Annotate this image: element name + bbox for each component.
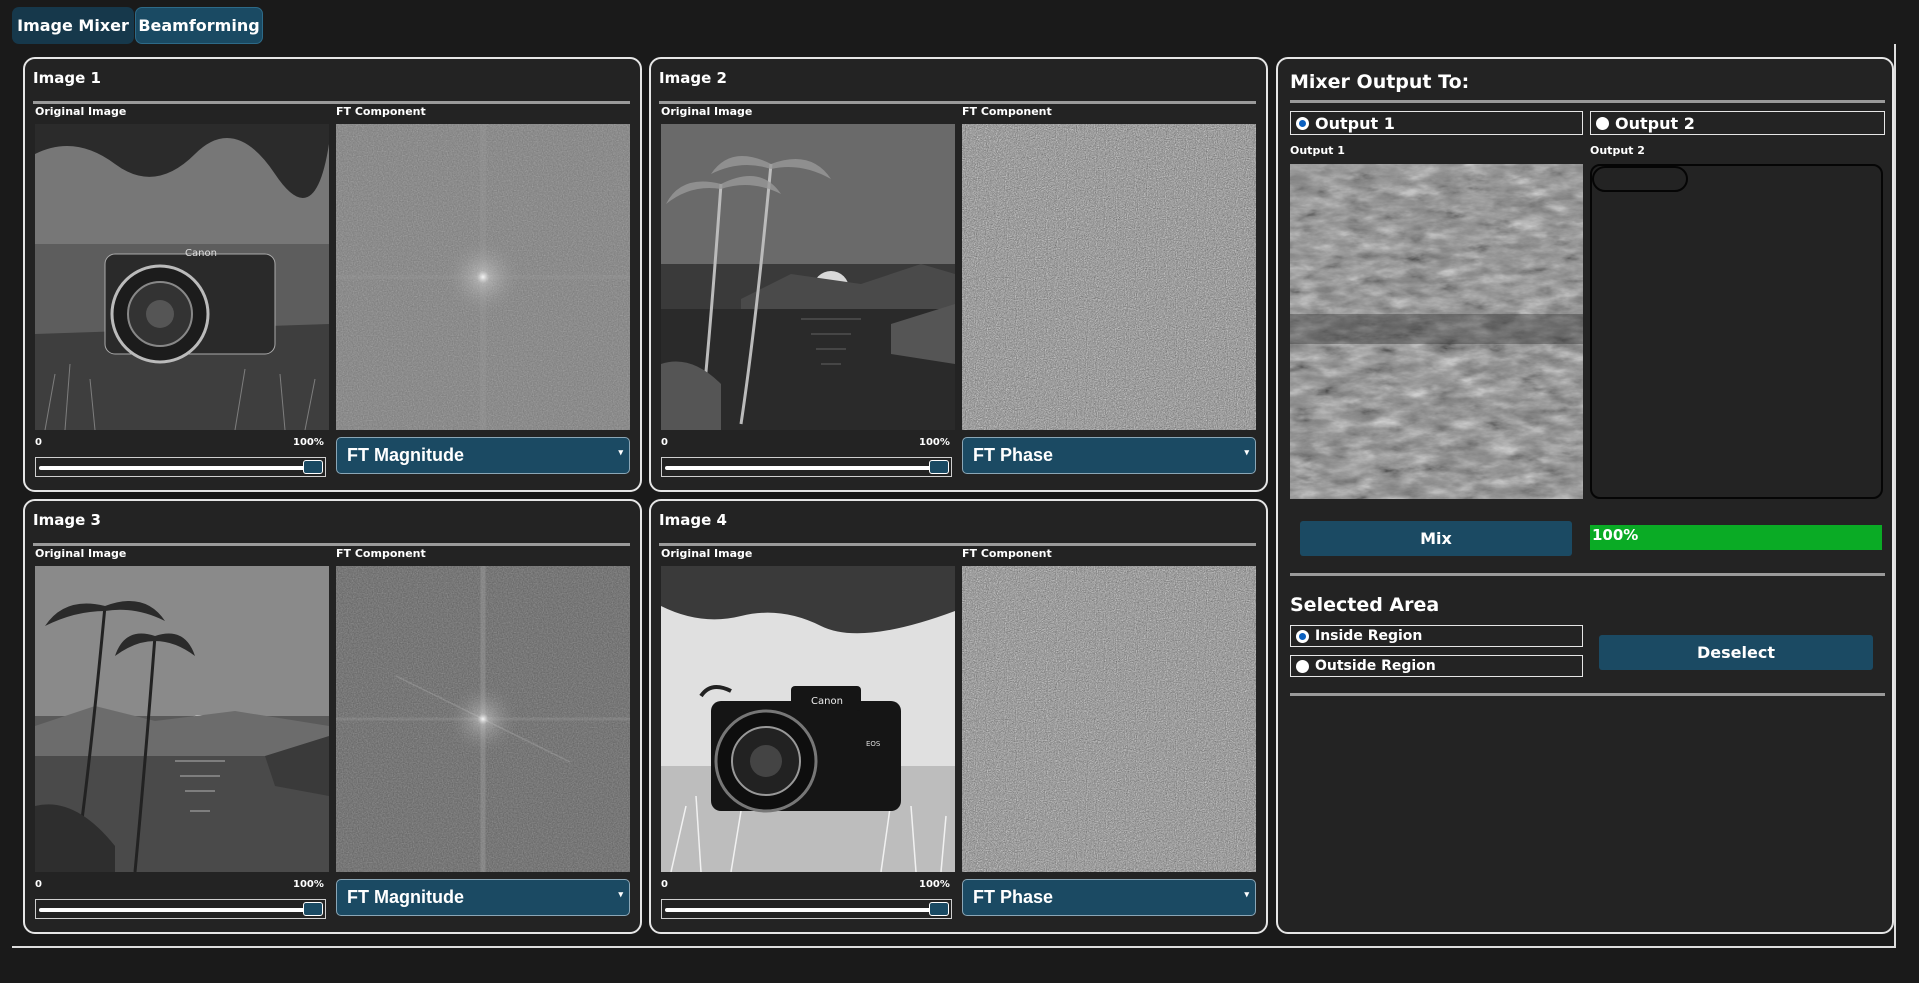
chevron-down-icon: ▾: [618, 889, 623, 899]
divider: [33, 101, 630, 104]
original-image-4[interactable]: Canon EOS: [661, 566, 955, 872]
image-panel-3: Image 3 Original Image FT Component 0 10…: [23, 499, 642, 934]
weight-slider-2[interactable]: [661, 457, 952, 477]
component-select-3[interactable]: FT Magnitude ▾: [336, 879, 630, 916]
component-select-2[interactable]: FT Phase ▾: [962, 437, 1256, 474]
image-panel-1: Image 1 Original Image FT Component Cano…: [23, 57, 642, 492]
original-image-1[interactable]: Canon: [35, 124, 329, 430]
ft-component-label: FT Component: [962, 547, 1052, 560]
image-panel-title: Image 1: [33, 69, 101, 87]
frame-border-right: [1894, 44, 1896, 947]
inside-region-radio[interactable]: Inside Region: [1290, 625, 1583, 647]
slider-min-label: 0: [661, 879, 668, 890]
divider: [1290, 693, 1885, 696]
output-1-radio[interactable]: Output 1: [1290, 111, 1583, 135]
original-image-2[interactable]: [661, 124, 955, 430]
tab-image-mixer[interactable]: Image Mixer: [12, 7, 134, 44]
divider: [659, 101, 1256, 104]
slider-min-label: 0: [35, 437, 42, 448]
original-image-label: Original Image: [35, 547, 127, 560]
radio-selected-icon: [1296, 629, 1309, 643]
chevron-down-icon: ▾: [1244, 889, 1249, 899]
weight-slider-3[interactable]: [35, 899, 326, 919]
inside-region-label: Inside Region: [1315, 628, 1423, 644]
slider-thumb[interactable]: [929, 902, 949, 916]
divider: [33, 543, 630, 546]
original-image-3[interactable]: [35, 566, 329, 872]
mixer-title: Mixer Output To:: [1290, 71, 1470, 93]
svg-text:Canon: Canon: [811, 696, 843, 707]
divider: [1290, 100, 1885, 103]
tab-beamforming[interactable]: Beamforming: [135, 7, 263, 44]
component-select-value: FT Magnitude: [347, 445, 464, 465]
radio-unselected-icon: [1296, 659, 1309, 673]
output-1-radio-label: Output 1: [1315, 113, 1395, 133]
output-1-image[interactable]: [1290, 164, 1583, 499]
original-image-label: Original Image: [661, 105, 753, 118]
slider-max-label: 100%: [919, 879, 950, 890]
chevron-down-icon: ▾: [618, 447, 623, 457]
chevron-down-icon: ▾: [1244, 447, 1249, 457]
svg-text:Canon: Canon: [185, 248, 217, 259]
mix-progress-bar: 100%: [1590, 525, 1882, 550]
ft-component-image-2[interactable]: [962, 124, 1256, 430]
output-2-label: Output 2: [1590, 144, 1645, 157]
radio-unselected-icon: [1596, 116, 1609, 130]
radio-selected-icon: [1296, 116, 1309, 130]
image-panel-title: Image 4: [659, 511, 727, 529]
outside-region-radio[interactable]: Outside Region: [1290, 655, 1583, 677]
ft-component-label: FT Component: [336, 547, 426, 560]
ft-component-image-1[interactable]: [336, 124, 630, 430]
deselect-button[interactable]: Deselect: [1599, 635, 1873, 670]
output-2-radio-label: Output 2: [1615, 113, 1695, 133]
slider-track: [39, 466, 322, 470]
weight-slider-1[interactable]: [35, 457, 326, 477]
output-2-radio[interactable]: Output 2: [1590, 111, 1885, 135]
component-select-value: FT Magnitude: [347, 887, 464, 907]
ft-component-label: FT Component: [336, 105, 426, 118]
slider-thumb[interactable]: [303, 902, 323, 916]
divider: [659, 543, 1256, 546]
slider-min-label: 0: [661, 437, 668, 448]
image-panel-title: Image 2: [659, 69, 727, 87]
slider-track: [39, 908, 322, 912]
svg-text:EOS: EOS: [866, 740, 881, 748]
divider: [1290, 573, 1885, 576]
output-2-image[interactable]: [1590, 164, 1883, 499]
slider-track: [665, 466, 948, 470]
slider-thumb[interactable]: [303, 460, 323, 474]
weight-slider-4[interactable]: [661, 899, 952, 919]
ft-component-image-4[interactable]: [962, 566, 1256, 872]
image-panel-2: Image 2 Original Image FT Component 0 10…: [649, 57, 1268, 492]
selected-area-title: Selected Area: [1290, 594, 1440, 616]
slider-thumb[interactable]: [929, 460, 949, 474]
ft-component-image-3[interactable]: [336, 566, 630, 872]
slider-min-label: 0: [35, 879, 42, 890]
slider-max-label: 100%: [919, 437, 950, 448]
slider-track: [665, 908, 948, 912]
image-panel-title: Image 3: [33, 511, 101, 529]
output-2-placeholder-pill: [1592, 166, 1688, 192]
mix-progress-text: 100%: [1592, 526, 1639, 544]
slider-max-label: 100%: [293, 879, 324, 890]
original-image-label: Original Image: [661, 547, 753, 560]
outside-region-label: Outside Region: [1315, 658, 1436, 674]
component-select-1[interactable]: FT Magnitude ▾: [336, 437, 630, 474]
frame-border-bottom: [12, 946, 1896, 948]
mixer-panel: Mixer Output To: Output 1 Output 2 Outpu…: [1276, 57, 1894, 934]
image-panel-4: Image 4 Original Image FT Component Cano…: [649, 499, 1268, 934]
mix-button[interactable]: Mix: [1300, 521, 1572, 556]
ft-component-label: FT Component: [962, 105, 1052, 118]
component-select-4[interactable]: FT Phase ▾: [962, 879, 1256, 916]
original-image-label: Original Image: [35, 105, 127, 118]
component-select-value: FT Phase: [973, 887, 1054, 907]
component-select-value: FT Phase: [973, 445, 1054, 465]
output-1-label: Output 1: [1290, 144, 1345, 157]
slider-max-label: 100%: [293, 437, 324, 448]
